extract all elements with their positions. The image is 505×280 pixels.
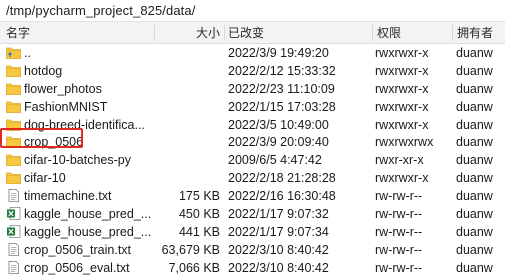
file-owner: duanw <box>456 135 493 150</box>
file-permissions: rw-rw-r-- <box>375 242 423 257</box>
file-owner: duanw <box>456 242 493 257</box>
path-bar[interactable]: /tmp/pycharm_project_825/data/ <box>0 0 505 22</box>
file-name: crop_0506_eval.txt <box>24 260 130 275</box>
file-modified-date: 2022/2/23 11:10:09 <box>228 81 335 96</box>
file-size <box>160 116 220 134</box>
file-permissions: rwxrwxr-x <box>375 171 429 186</box>
file-owner: duanw <box>456 260 493 275</box>
file-row[interactable]: hotdog 2022/2/12 15:33:32 rwxrwxr-x duanw <box>0 62 505 80</box>
file-row[interactable]: .. 2022/3/9 19:49:20 rwxrwxr-x duanw <box>0 44 505 62</box>
file-name: cifar-10-batches-py <box>24 153 131 168</box>
folder-icon <box>6 100 21 113</box>
column-owner-header[interactable]: 拥有者 <box>457 22 493 44</box>
file-permissions: rw-rw-r-- <box>375 260 423 275</box>
file-name: FashionMNIST <box>24 99 108 114</box>
parent-folder-icon <box>6 46 21 59</box>
file-size: 450 KB <box>178 207 220 222</box>
file-size: 7,066 KB <box>168 260 220 275</box>
file-owner: duanw <box>456 224 493 239</box>
file-name: kaggle_house_pred_... <box>24 207 152 222</box>
file-owner: duanw <box>456 207 493 222</box>
file-modified-date: 2022/3/10 8:40:42 <box>228 242 329 257</box>
folder-icon <box>6 171 21 185</box>
file-owner: duanw <box>456 153 493 168</box>
file-row[interactable]: timemachine.txt 175 KB 2022/2/16 16:30:48 r… <box>0 187 505 205</box>
path-text[interactable]: /tmp/pycharm_project_825/data/ <box>6 3 195 18</box>
file-size <box>160 44 220 62</box>
excel-file-icon <box>6 225 21 238</box>
file-row[interactable]: cifar-10 2022/2/18 21:28:28 rwxrwxr-x duanw <box>0 169 505 187</box>
file-size: 441 KB <box>178 224 220 239</box>
file-size <box>160 151 220 169</box>
file-list: .. 2022/3/9 19:49:20 rwxrwxr-x duanw hotdog 2… <box>0 44 505 277</box>
file-owner: duanw <box>456 99 493 114</box>
text-file-icon <box>6 260 21 274</box>
file-size: 63,679 KB <box>161 242 220 257</box>
file-name: cifar-10 <box>24 171 66 186</box>
folder-icon <box>6 82 21 95</box>
file-owner: duanw <box>456 46 493 60</box>
file-owner: duanw <box>456 189 493 204</box>
file-name: flower_photos <box>24 81 102 96</box>
file-size <box>160 169 220 187</box>
column-divider[interactable] <box>224 25 225 41</box>
excel-file-icon <box>6 207 21 220</box>
column-divider[interactable] <box>452 25 453 41</box>
file-row[interactable]: crop_0506_train.txt 63,679 KB 2022/3/10 8:… <box>0 241 505 259</box>
file-modified-date: 2022/1/15 17:03:28 <box>228 99 336 114</box>
file-modified-date: 2022/3/10 8:40:42 <box>228 260 329 275</box>
folder-icon <box>6 64 21 77</box>
file-owner: duanw <box>456 117 493 132</box>
file-name: .. <box>24 46 31 60</box>
file-modified-date: 2022/2/12 15:33:32 <box>228 63 336 78</box>
file-modified-date: 2022/3/9 19:49:20 <box>228 46 329 60</box>
file-row[interactable]: crop_0506_eval.txt 7,066 KB 2022/3/10 8:40… <box>0 259 505 277</box>
file-permissions: rwxrwxr-x <box>375 99 429 114</box>
file-row[interactable]: kaggle_house_pred_... 450 KB 2022/1/17 9:0… <box>0 205 505 223</box>
highlight-box <box>0 128 83 148</box>
file-permissions: rwxrwxrwx <box>375 135 434 150</box>
column-modified-header[interactable]: 已改变 <box>228 22 264 44</box>
file-row[interactable]: FashionMNIST 2022/1/15 17:03:28 rwxrwxr-x d… <box>0 98 505 116</box>
file-permissions: rwxr-xr-x <box>375 153 424 168</box>
file-size <box>160 98 220 116</box>
file-size <box>160 62 220 80</box>
file-modified-date: 2022/1/17 9:07:32 <box>228 207 329 222</box>
file-permissions: rw-rw-r-- <box>375 224 423 239</box>
file-permissions: rwxrwxr-x <box>375 81 429 96</box>
file-name: hotdog <box>24 63 63 78</box>
file-permissions: rwxrwxr-x <box>375 46 429 60</box>
file-size: 175 KB <box>178 189 220 204</box>
column-size-header[interactable]: 大小 <box>196 22 220 44</box>
file-name: kaggle_house_pred_... <box>24 224 152 239</box>
file-row[interactable]: kaggle_house_pred_... 441 KB 2022/1/17 9:0… <box>0 223 505 241</box>
file-size <box>160 133 220 151</box>
file-name: timemachine.txt <box>24 189 112 204</box>
file-size <box>160 80 220 98</box>
column-divider[interactable] <box>154 25 155 41</box>
file-owner: duanw <box>456 81 493 96</box>
file-modified-date: 2022/3/9 20:09:40 <box>228 135 329 150</box>
text-file-icon <box>6 242 21 256</box>
file-permissions: rwxrwxr-x <box>375 63 429 78</box>
text-file-icon <box>6 189 21 203</box>
file-owner: duanw <box>456 63 493 78</box>
file-modified-date: 2022/2/18 21:28:28 <box>228 171 336 186</box>
file-permissions: rw-rw-r-- <box>375 207 423 222</box>
column-name-header[interactable]: 名字 <box>6 22 30 44</box>
file-name: crop_0506_train.txt <box>24 242 132 257</box>
file-modified-date: 2022/3/5 10:49:00 <box>228 117 329 132</box>
file-modified-date: 2022/2/16 16:30:48 <box>228 189 336 204</box>
column-header: 名字 大小 已改变 权限 拥有者 <box>0 22 505 44</box>
folder-icon <box>6 153 21 167</box>
file-row[interactable]: flower_photos 2022/2/23 11:10:09 rwxrwxr-x… <box>0 80 505 98</box>
column-permissions-header[interactable]: 权限 <box>377 22 401 44</box>
file-row[interactable]: cifar-10-batches-py 2009/6/5 4:47:42 rwxr-… <box>0 151 505 169</box>
file-permissions: rwxrwxr-x <box>375 117 429 132</box>
file-permissions: rw-rw-r-- <box>375 189 423 204</box>
file-modified-date: 2022/1/17 9:07:34 <box>228 224 329 239</box>
file-modified-date: 2009/6/5 4:47:42 <box>228 153 322 168</box>
column-divider[interactable] <box>372 25 373 41</box>
file-owner: duanw <box>456 171 493 186</box>
